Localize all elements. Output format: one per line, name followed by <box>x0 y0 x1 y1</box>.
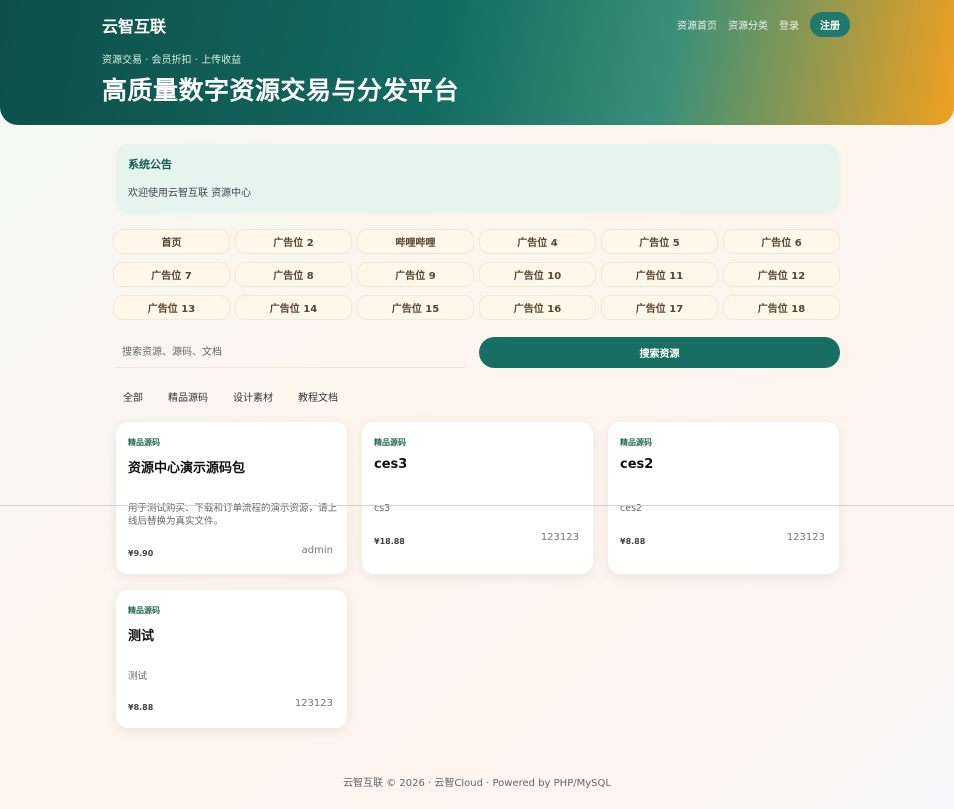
card-title[interactable]: ces3 <box>374 457 407 472</box>
category-tabs: 全部 精品源码 设计素材 教程文档 <box>123 389 338 404</box>
tab-all[interactable]: 全部 <box>123 389 143 404</box>
ad-slot[interactable]: 广告位 2 <box>235 229 352 254</box>
ad-slot[interactable]: 广告位 7 <box>113 262 230 287</box>
ad-slot[interactable]: 广告位 11 <box>601 262 718 287</box>
card-author: 123123 <box>540 532 579 543</box>
card-price: ¥9.90 <box>128 549 154 558</box>
ad-slot[interactable]: 广告位 9 <box>357 262 474 287</box>
card-tag: 精品源码 <box>128 606 160 615</box>
card-author: 123123 <box>294 698 333 709</box>
notice-text: 欢迎使用云智互联 资源中心 <box>128 188 252 199</box>
ad-slot[interactable]: 广告位 12 <box>723 262 840 287</box>
card-price: ¥8.88 <box>128 703 154 712</box>
card-tag: 精品源码 <box>374 438 406 447</box>
search-button[interactable]: 搜索资源 <box>479 337 840 368</box>
brand-logo[interactable]: 云智互联 <box>102 13 166 37</box>
resource-card[interactable]: 精品源码 ces2 ces2 ¥8.88 123123 <box>608 422 839 574</box>
ad-slot[interactable]: 广告位 14 <box>235 295 352 320</box>
card-title[interactable]: ces2 <box>620 457 653 472</box>
search-input[interactable] <box>116 338 466 368</box>
resource-card[interactable]: 精品源码 测试 测试 ¥8.88 123123 <box>116 590 347 728</box>
hero-tagline: 资源交易 · 会员折扣 · 上传收益 <box>102 55 242 66</box>
divider-line <box>0 505 954 506</box>
ad-slot[interactable]: 广告位 18 <box>723 295 840 320</box>
ad-slot[interactable]: 广告位 16 <box>479 295 596 320</box>
card-tag: 精品源码 <box>620 438 652 447</box>
card-description: 测试 <box>128 671 148 682</box>
ad-slot[interactable]: 哔哩哔哩 <box>357 229 474 254</box>
footer: 云智互联 © 2026 · 云智Cloud · Powered by PHP/M… <box>343 778 611 789</box>
notice-title: 系统公告 <box>128 158 172 171</box>
hero-title: 高质量数字资源交易与分发平台 <box>102 76 460 105</box>
ad-slot[interactable]: 广告位 13 <box>113 295 230 320</box>
card-author: 123123 <box>786 532 825 543</box>
tab-design-assets[interactable]: 设计素材 <box>233 389 273 404</box>
ad-slot-grid: 首页 广告位 2 哔哩哔哩 广告位 4 广告位 5 广告位 6 广告位 7 广告… <box>113 229 840 320</box>
card-price: ¥18.88 <box>374 537 405 546</box>
card-title[interactable]: 资源中心演示源码包 <box>128 457 245 476</box>
system-notice: 系统公告 欢迎使用云智互联 资源中心 <box>116 144 839 212</box>
ad-slot[interactable]: 广告位 5 <box>601 229 718 254</box>
card-title[interactable]: 测试 <box>128 625 154 644</box>
register-button[interactable]: 注册 <box>810 12 850 37</box>
ad-slot[interactable]: 广告位 8 <box>235 262 352 287</box>
card-description: cs3 <box>374 503 391 514</box>
nav-categories[interactable]: 资源分类 <box>728 17 768 32</box>
card-price: ¥8.88 <box>620 537 646 546</box>
ad-slot[interactable]: 广告位 10 <box>479 262 596 287</box>
ad-slot[interactable]: 首页 <box>113 229 230 254</box>
resource-card[interactable]: 精品源码 ces3 cs3 ¥18.88 123123 <box>362 422 593 574</box>
tab-tutorial-docs[interactable]: 教程文档 <box>298 389 338 404</box>
nav-login[interactable]: 登录 <box>779 17 799 32</box>
card-tag: 精品源码 <box>128 438 160 447</box>
ad-slot[interactable]: 广告位 17 <box>601 295 718 320</box>
tab-source-code[interactable]: 精品源码 <box>168 389 208 404</box>
hero-banner: 云智互联 资源首页 资源分类 登录 注册 资源交易 · 会员折扣 · 上传收益 … <box>0 0 954 125</box>
top-nav: 资源首页 资源分类 登录 注册 <box>677 12 850 37</box>
ad-slot[interactable]: 广告位 6 <box>723 229 840 254</box>
ad-slot[interactable]: 广告位 4 <box>479 229 596 254</box>
card-description: ces2 <box>620 503 643 514</box>
ad-slot[interactable]: 广告位 15 <box>357 295 474 320</box>
nav-home[interactable]: 资源首页 <box>677 17 717 32</box>
card-author: admin <box>301 545 333 556</box>
resource-card[interactable]: 精品源码 资源中心演示源码包 用于测试购买、下载和订单流程的演示资源，请上线后替… <box>116 422 347 574</box>
